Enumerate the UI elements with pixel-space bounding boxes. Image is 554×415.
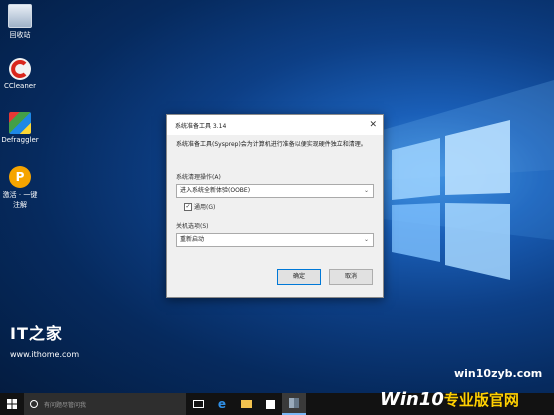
desktop-icon-recycle-bin[interactable]: 回收站 — [0, 4, 40, 40]
brand-text: 专业版官网 — [443, 391, 519, 409]
desktop-icon-label: Defraggler — [1, 136, 39, 144]
cleanup-action-label: 系统清理操作(A) — [176, 174, 221, 181]
generalize-label: 通用(G) — [194, 204, 216, 211]
dialog-description: 系统准备工具(Sysprep)会为计算机进行准备以便实现硬件独立和清理。 — [176, 141, 367, 148]
desktop-icon-ccleaner[interactable]: CCleaner — [0, 58, 40, 90]
search-placeholder: 有问题尽管问我 — [44, 401, 87, 409]
ccleaner-icon — [9, 58, 31, 80]
brand-win10: Win10 — [380, 389, 444, 410]
desktop-icon-label: 激活 · 一键注解 — [2, 191, 38, 209]
shutdown-options-group: 关机选项(S) 重新启动 ⌄ — [176, 221, 374, 247]
search-box[interactable]: 有问题尽管问我 — [24, 393, 186, 415]
store-button[interactable] — [258, 393, 282, 415]
cleanup-action-select[interactable]: 进入系统全新体验(OOBE) ⌄ — [176, 184, 374, 198]
shutdown-options-value: 重新启动 — [180, 236, 205, 243]
checkmark-icon: ✓ — [184, 202, 192, 211]
sysprep-dialog: 系统准备工具 3.14 ✕ 系统准备工具(Sysprep)会为计算机进行准备以便… — [166, 114, 384, 298]
shutdown-options-select[interactable]: 重新启动 ⌄ — [176, 233, 374, 247]
file-explorer-button[interactable] — [234, 393, 258, 415]
desktop-icon-defraggler[interactable]: Defraggler — [0, 112, 40, 144]
edge-button[interactable]: e — [210, 393, 234, 415]
cleanup-action-group: 系统清理操作(A) 进入系统全新体验(OOBE) ⌄ ✓ 通用(G) — [176, 172, 374, 211]
sysprep-icon — [289, 398, 299, 408]
site-watermark: win10zyb.com — [454, 367, 543, 380]
folder-icon — [240, 400, 252, 408]
generalize-checkbox[interactable]: ✓ 通用(G) — [176, 202, 374, 211]
task-view-icon — [192, 400, 204, 408]
cancel-button[interactable]: 取消 — [329, 269, 373, 285]
task-view-button[interactable] — [186, 393, 210, 415]
close-icon[interactable]: ✕ — [369, 120, 377, 130]
dialog-buttons: 确定 取消 — [277, 269, 373, 285]
chevron-down-icon: ⌄ — [363, 236, 369, 243]
start-button[interactable] — [0, 393, 24, 415]
sysprep-taskbar-button[interactable] — [282, 393, 306, 415]
desktop-icon-label: 回收站 — [9, 31, 31, 39]
recycle-bin-icon — [8, 4, 32, 28]
windows-logo-icon — [7, 399, 17, 409]
desktop-icon-label: CCleaner — [4, 82, 36, 90]
dialog-titlebar[interactable]: 系统准备工具 3.14 ✕ — [167, 115, 383, 135]
windows-logo-pane-4 — [445, 203, 510, 280]
desktop: 回收站 CCleaner Defraggler P 激活 · 一键注解 系统准备… — [0, 0, 554, 415]
desktop-icon-activator[interactable]: P 激活 · 一键注解 — [0, 166, 40, 210]
windows-logo-pane-3 — [392, 203, 440, 262]
chevron-down-icon: ⌄ — [363, 187, 369, 194]
defraggler-icon — [9, 112, 31, 134]
activator-icon: P — [9, 166, 31, 188]
edge-icon: e — [217, 397, 227, 411]
ithome-watermark: IT之家 www.ithome.com — [10, 320, 79, 359]
win10-brand-watermark: Win10专业版官网 — [380, 389, 519, 410]
shutdown-options-label: 关机选项(S) — [176, 223, 209, 230]
ok-button[interactable]: 确定 — [277, 269, 321, 285]
store-icon — [265, 399, 275, 409]
ithome-url: www.ithome.com — [10, 350, 80, 359]
cleanup-action-value: 进入系统全新体验(OOBE) — [180, 187, 251, 194]
ithome-logo: IT之家 — [10, 324, 63, 343]
cortana-icon — [30, 400, 38, 408]
dialog-title: 系统准备工具 3.14 — [175, 122, 227, 130]
